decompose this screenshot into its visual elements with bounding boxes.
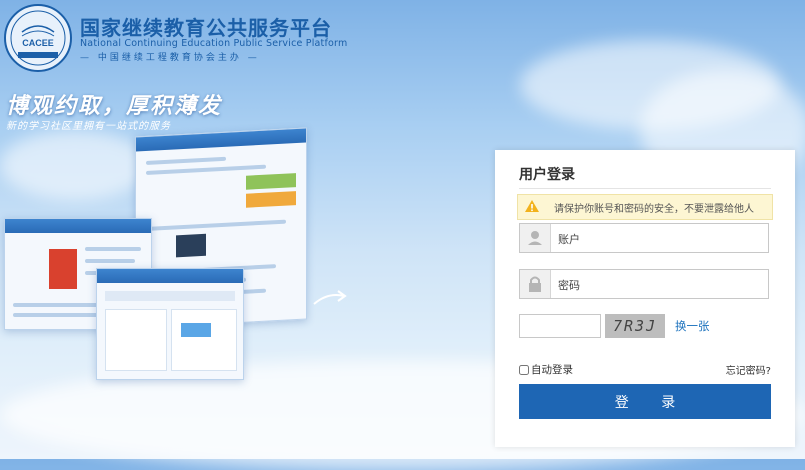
security-notice: 请保护你账号和密码的安全，不要泄露给他人 bbox=[517, 194, 773, 220]
account-input[interactable] bbox=[556, 228, 760, 250]
lock-icon bbox=[520, 270, 551, 298]
warning-icon bbox=[525, 200, 539, 212]
divider bbox=[519, 188, 771, 189]
auto-login[interactable]: 自动登录 bbox=[519, 362, 573, 377]
account-field bbox=[519, 223, 769, 253]
hero-slogan: 博观约取，厚积薄发 bbox=[6, 93, 223, 119]
svg-text:CACEE: CACEE bbox=[22, 38, 54, 48]
auto-login-checkbox[interactable] bbox=[519, 364, 529, 375]
platform-screenshot-front bbox=[96, 268, 244, 380]
auto-login-label: 自动登录 bbox=[531, 364, 573, 376]
cloud bbox=[0, 130, 150, 200]
notice-text: 请保护你账号和密码的安全，不要泄露给他人 bbox=[554, 204, 754, 215]
login-panel: 用户登录 请保护你账号和密码的安全，不要泄露给他人 7R3J 换一张 bbox=[495, 150, 795, 447]
site-subtitle-en: National Continuing Education Public Ser… bbox=[80, 38, 348, 49]
arrow-right-icon bbox=[313, 290, 347, 305]
site-title: 国家继续教育公共服务平台 bbox=[80, 16, 332, 40]
captcha-image[interactable]: 7R3J bbox=[605, 314, 665, 338]
login-title: 用户登录 bbox=[519, 167, 575, 183]
refresh-captcha-link[interactable]: 换一张 bbox=[675, 318, 710, 334]
hero-tagline: 新的学习社区里拥有一站式的服务 bbox=[6, 121, 171, 132]
password-input[interactable] bbox=[556, 274, 760, 296]
captcha-input[interactable] bbox=[519, 314, 601, 338]
password-field bbox=[519, 269, 769, 299]
cacee-logo: CACEE bbox=[4, 4, 72, 72]
site-organizer: — 中国继续工程教育协会主办 — bbox=[80, 53, 260, 63]
forgot-password-link[interactable]: 忘记密码? bbox=[726, 362, 771, 377]
login-button[interactable]: 登 录 bbox=[519, 384, 771, 419]
user-icon bbox=[520, 224, 551, 252]
